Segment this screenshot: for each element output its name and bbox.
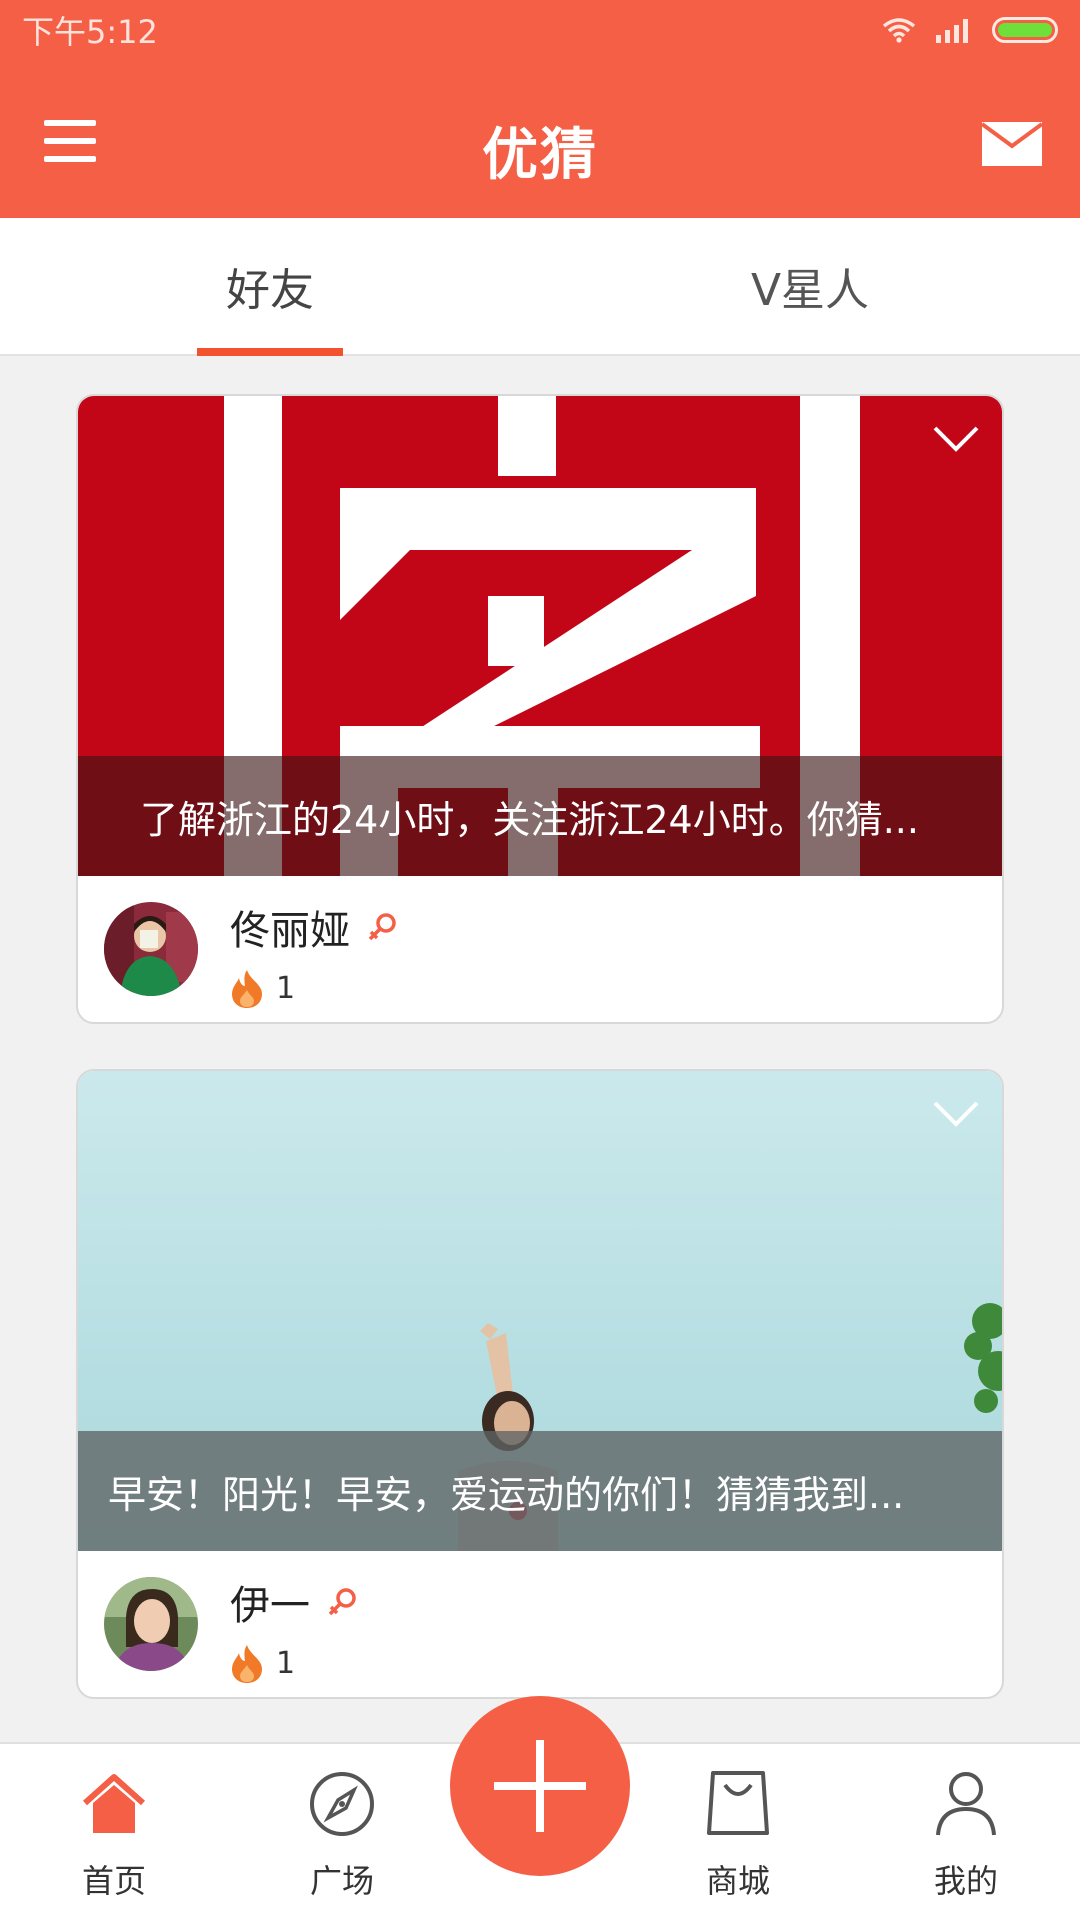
post-card[interactable]: 了解浙江的24小时，关注浙江24小时。你猜... 佟丽娅 1 (76, 394, 1004, 1024)
post-author[interactable]: 佟丽娅 (230, 898, 398, 956)
avatar[interactable] (104, 1577, 198, 1671)
post-card[interactable]: 早安！阳光！早安，爱运动的你们！猜猜我到... 伊一 1 (76, 1069, 1004, 1699)
post-footer: 伊一 1 (78, 1551, 1002, 1697)
post-caption: 早安！阳光！早安，爱运动的你们！猜猜我到... (78, 1431, 1002, 1551)
compass-icon (310, 1772, 374, 1836)
heat-value: 1 (276, 970, 296, 1006)
female-gender-icon (328, 1588, 356, 1616)
avatar-image (104, 902, 198, 996)
status-bar: 下午5:12 (0, 0, 1080, 60)
home-icon (82, 1774, 146, 1833)
nav-label: 商城 (705, 1862, 770, 1900)
author-name: 佟丽娅 (230, 908, 350, 954)
post-author[interactable]: 伊一 (230, 1573, 358, 1631)
tab-label: 好友 (226, 265, 314, 316)
flame-icon (232, 1645, 262, 1683)
app-title: 优猜 (482, 123, 598, 188)
post-image[interactable]: 了解浙江的24小时，关注浙江24小时。你猜... (78, 396, 1002, 876)
nav-label: 广场 (309, 1862, 374, 1900)
avatar[interactable] (104, 902, 198, 996)
flame-icon (232, 970, 262, 1008)
mail-icon[interactable] (982, 122, 1042, 166)
chevron-down-icon[interactable] (932, 424, 980, 454)
post-footer: 佟丽娅 1 (78, 876, 1002, 1022)
plus-icon (494, 1740, 586, 1832)
add-post-button[interactable] (450, 1696, 630, 1876)
post-image[interactable]: 早安！阳光！早安，爱运动的你们！猜猜我到... (78, 1071, 1002, 1551)
wifi-icon (882, 18, 916, 43)
status-time: 下午5:12 (22, 13, 158, 51)
chevron-down-icon[interactable] (932, 1099, 980, 1129)
app-bar: 优猜 (0, 60, 1080, 218)
tab-friends[interactable]: 好友 (0, 218, 540, 356)
person-icon (936, 1772, 996, 1836)
tab-active-indicator (197, 348, 343, 356)
nav-label: 首页 (81, 1862, 146, 1900)
heat-value: 1 (276, 1645, 296, 1681)
female-gender-icon (368, 913, 396, 941)
tab-label: V星人 (750, 265, 870, 316)
nav-square[interactable]: 广场 (272, 1766, 412, 1902)
nav-mine[interactable]: 我的 (896, 1766, 1036, 1902)
tab-bar: 好友 V星人 (0, 218, 1080, 356)
heat-count: 1 (230, 1643, 295, 1683)
shopping-bag-icon (707, 1771, 769, 1835)
status-icons (882, 17, 1058, 43)
signal-icon (936, 19, 968, 43)
nav-home[interactable]: 首页 (44, 1766, 184, 1902)
nav-label: 我的 (933, 1862, 998, 1900)
battery-icon (992, 17, 1058, 43)
heat-count: 1 (230, 968, 295, 1008)
avatar-image (104, 1577, 198, 1671)
author-name: 伊一 (230, 1583, 310, 1629)
nav-shop[interactable]: 商城 (668, 1766, 808, 1902)
tab-v-stars[interactable]: V星人 (540, 218, 1080, 354)
post-caption: 了解浙江的24小时，关注浙江24小时。你猜... (78, 756, 1002, 876)
